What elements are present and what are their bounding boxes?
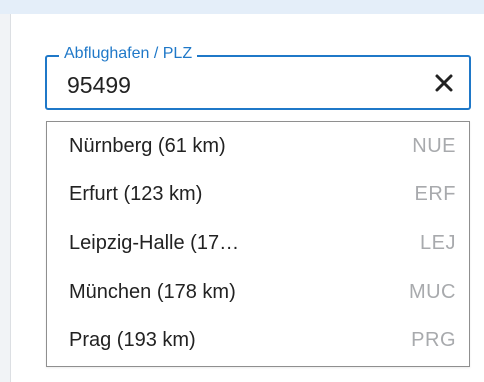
header-strip	[0, 0, 484, 14]
suggestion-code: NUE	[412, 134, 456, 157]
departure-airport-field[interactable]: Abflughafen / PLZ	[45, 44, 471, 110]
close-icon	[435, 74, 453, 92]
suggestion-item[interactable]: Nürnberg (61 km) NUE	[47, 122, 469, 171]
suggestion-item[interactable]: München (178 km) MUC	[47, 268, 469, 317]
suggestion-code: MUC	[408, 280, 456, 303]
airport-suggestion-list: Nürnberg (61 km) NUE Erfurt (123 km) ERF…	[46, 121, 470, 367]
clear-input-button[interactable]	[429, 68, 459, 98]
departure-airport-input[interactable]	[67, 72, 407, 99]
suggestion-item[interactable]: Erfurt (123 km) ERF	[47, 171, 469, 220]
suggestion-item[interactable]: Leipzig-Halle (17… LEJ	[47, 219, 469, 268]
suggestion-name: Prag (193 km)	[69, 329, 196, 352]
suggestion-name: Leipzig-Halle (17…	[69, 231, 240, 254]
suggestion-code: LEJ	[420, 231, 456, 254]
suggestion-name: München (178 km)	[69, 280, 236, 303]
departure-airport-label: Abflughafen / PLZ	[59, 44, 198, 64]
suggestion-code: PRG	[411, 329, 456, 352]
suggestion-name: Nürnberg (61 km)	[69, 134, 226, 157]
suggestion-code: ERF	[414, 183, 456, 206]
suggestion-item[interactable]: Prag (193 km) PRG	[47, 316, 469, 365]
suggestion-name: Erfurt (123 km)	[69, 183, 203, 206]
